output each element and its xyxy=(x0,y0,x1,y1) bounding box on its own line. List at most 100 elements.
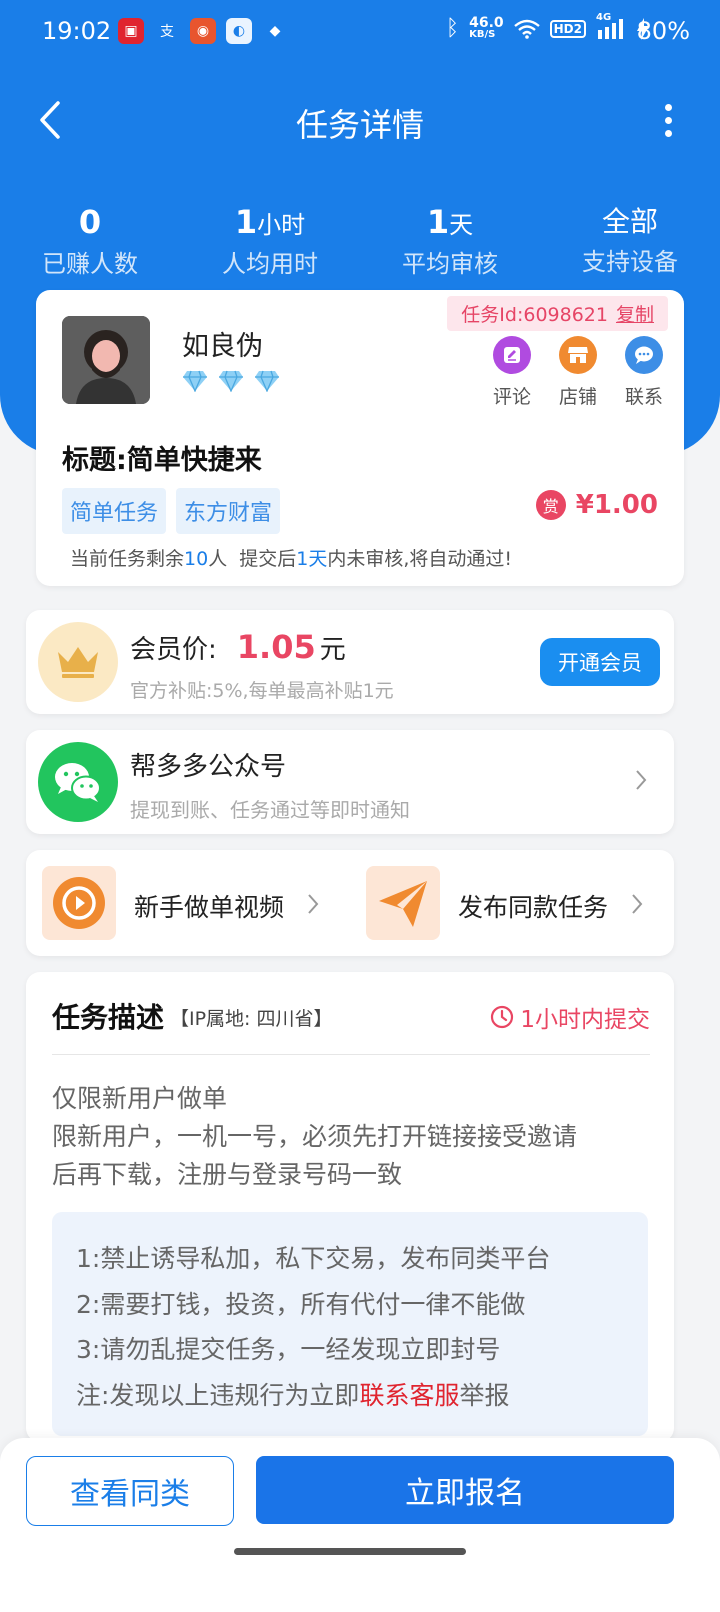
app-notification-icon: ◆ xyxy=(269,23,281,39)
open-vip-button[interactable]: 开通会员 xyxy=(540,638,660,686)
note-text: 人 提交后 xyxy=(208,548,297,570)
vip-price: 会员价: 1.05 元 xyxy=(130,628,346,666)
stat-value: 0 xyxy=(0,202,180,245)
comment-button[interactable]: 评论 xyxy=(492,336,532,409)
divider xyxy=(52,1054,650,1055)
chevron-right-icon xyxy=(632,894,643,914)
stat-avg-review: 1天 平均审核 xyxy=(360,202,540,281)
comment-label: 评论 xyxy=(492,386,531,408)
submit-deadline: 1小时内提交 xyxy=(490,1000,650,1034)
stat-avg-time: 1小时 人均用时 xyxy=(180,202,360,281)
contact-button[interactable]: 联系 xyxy=(624,336,664,409)
beginner-video-label: 新手做单视频 xyxy=(134,893,285,922)
task-tags: 简单任务 东方财富 xyxy=(62,488,281,534)
view-similar-button[interactable]: 查看同类 xyxy=(26,1456,234,1526)
rule-item: 3:请勿乱提交任务，一经发现立即封号 xyxy=(76,1335,501,1364)
rule-text: 注:发现以上违规行为立即 xyxy=(76,1380,360,1410)
avatar-image xyxy=(62,316,150,404)
stat-number: 0 xyxy=(78,203,102,241)
signup-now-button[interactable]: 立即报名 xyxy=(256,1456,674,1524)
diamond-icon xyxy=(255,370,279,392)
vip-price-label: 会员价: xyxy=(130,635,217,665)
vip-price-unit: 元 xyxy=(319,635,346,665)
stat-earned-count: 0 已赚人数 xyxy=(0,202,180,281)
description-title: 任务描述 xyxy=(52,1001,165,1034)
stat-unit: 小时 xyxy=(257,211,306,239)
copy-id-link[interactable]: 复制 xyxy=(616,304,654,326)
publisher-level xyxy=(182,370,280,392)
app-notification-icon: ◐ xyxy=(226,18,252,44)
stat-value: 全部 xyxy=(540,202,720,243)
net-speed-value: 46.0 xyxy=(469,14,504,31)
stat-label: 支持设备 xyxy=(582,248,678,276)
battery-level: 80% xyxy=(636,17,690,45)
stat-label: 已赚人数 xyxy=(42,250,138,278)
reward-amount: ¥1.00 xyxy=(575,490,658,520)
wechat-account-card[interactable]: 帮多多公众号 提现到账、任务通过等即时通知 xyxy=(26,730,674,834)
ip-location: 【IP属地: 四川省】 xyxy=(170,1008,333,1030)
more-dot-icon xyxy=(664,129,672,137)
store-label: 店铺 xyxy=(558,386,597,408)
description-line: 限新用户，一机一号，必须先打开链接接受邀请 xyxy=(52,1122,578,1151)
task-id: 任务Id:6098621 xyxy=(461,304,608,326)
vip-subsidy-note: 官方补贴:5%,每单最高补贴1元 xyxy=(130,680,394,702)
task-tag: 简单任务 xyxy=(62,488,167,534)
task-description-card: 任务描述 【IP属地: 四川省】 1小时内提交 仅限新用户做单 限新用户，一机一… xyxy=(26,972,674,1442)
vip-price-value: 1.05 xyxy=(236,628,316,666)
contact-label: 联系 xyxy=(624,386,663,408)
rule-item: 1:禁止诱导私加，私下交易，发布同类平台 xyxy=(76,1244,551,1273)
publisher-name: 如良伪 xyxy=(182,331,263,362)
task-info-card: 任务Id:6098621 复制 如良伪 评论 店铺 联系 标题:简单快捷来 简单… xyxy=(36,290,684,586)
task-stats: 0 已赚人数 1小时 人均用时 1天 平均审核 全部 支持设备 xyxy=(0,202,720,281)
task-rules-box: 1:禁止诱导私加，私下交易，发布同类平台 2:需要打钱，投资，所有代付一律不能做… xyxy=(52,1212,648,1436)
description-line: 后再下载，注册与登录号码一致 xyxy=(52,1160,403,1189)
more-menu-button[interactable] xyxy=(656,98,680,142)
publish-same-task-link[interactable]: 发布同款任务 xyxy=(366,866,666,940)
stat-number: 1 xyxy=(234,203,258,241)
publisher-avatar[interactable] xyxy=(62,316,150,404)
stat-label: 人均用时 xyxy=(222,250,318,278)
description-header: 任务描述 【IP属地: 四川省】 1小时内提交 xyxy=(52,996,650,1036)
rule-item: 2:需要打钱，投资，所有代付一律不能做 xyxy=(76,1289,526,1319)
diamond-icon xyxy=(219,370,243,392)
stat-value: 1小时 xyxy=(180,202,360,245)
stat-number: 全部 xyxy=(601,205,658,238)
app-notification-icon: ▣ xyxy=(118,18,144,44)
store-button[interactable]: 店铺 xyxy=(558,336,598,409)
nav-bar: 任务详情 xyxy=(0,80,720,160)
back-arrow-icon xyxy=(40,101,60,139)
back-button[interactable] xyxy=(30,98,70,142)
more-dot-icon xyxy=(664,116,672,124)
net-speed: 46.0 KB/S xyxy=(469,14,504,41)
publisher-actions: 评论 店铺 联系 xyxy=(492,336,664,409)
remaining-count: 10 xyxy=(184,548,209,570)
crown-icon xyxy=(38,622,118,702)
send-icon xyxy=(366,866,440,940)
chevron-right-icon xyxy=(636,770,647,790)
diamond-icon xyxy=(183,370,207,392)
more-dot-icon xyxy=(664,103,672,111)
notification-icons: ▣ 支 ◉ ◐ ◆ xyxy=(118,18,288,44)
chat-icon xyxy=(625,336,663,374)
status-indicators: ᛒ 46.0 KB/S HD2 4G xyxy=(446,12,650,41)
vip-price-card: 会员价: 1.05 元 官方补贴:5%,每单最高补贴1元 开通会员 xyxy=(26,610,674,714)
contact-support-link[interactable]: 联系客服 xyxy=(359,1381,459,1410)
shortcuts-card: 新手做单视频 发布同款任务 xyxy=(26,850,674,956)
net-speed-unit: KB/S xyxy=(469,28,496,40)
reward-icon: 赏 xyxy=(535,490,566,520)
play-icon xyxy=(42,866,116,940)
stat-number: 1 xyxy=(426,203,450,241)
note-text: 内未审核,将自动通过! xyxy=(327,548,513,570)
rule-text: 举报 xyxy=(459,1380,510,1410)
alipay-icon: 支 xyxy=(160,24,174,40)
task-reward: 赏 ¥1.00 xyxy=(535,490,658,520)
home-indicator[interactable] xyxy=(234,1548,466,1555)
publish-same-task-label: 发布同款任务 xyxy=(458,893,609,922)
wechat-icon xyxy=(38,742,118,822)
clock-icon xyxy=(491,1005,514,1029)
wechat-title: 帮多多公众号 xyxy=(130,752,287,782)
beginner-video-link[interactable]: 新手做单视频 xyxy=(42,866,342,940)
store-icon xyxy=(559,336,597,374)
signal-label: 4G xyxy=(596,11,612,23)
wechat-subtitle: 提现到账、任务通过等即时通知 xyxy=(130,798,410,822)
